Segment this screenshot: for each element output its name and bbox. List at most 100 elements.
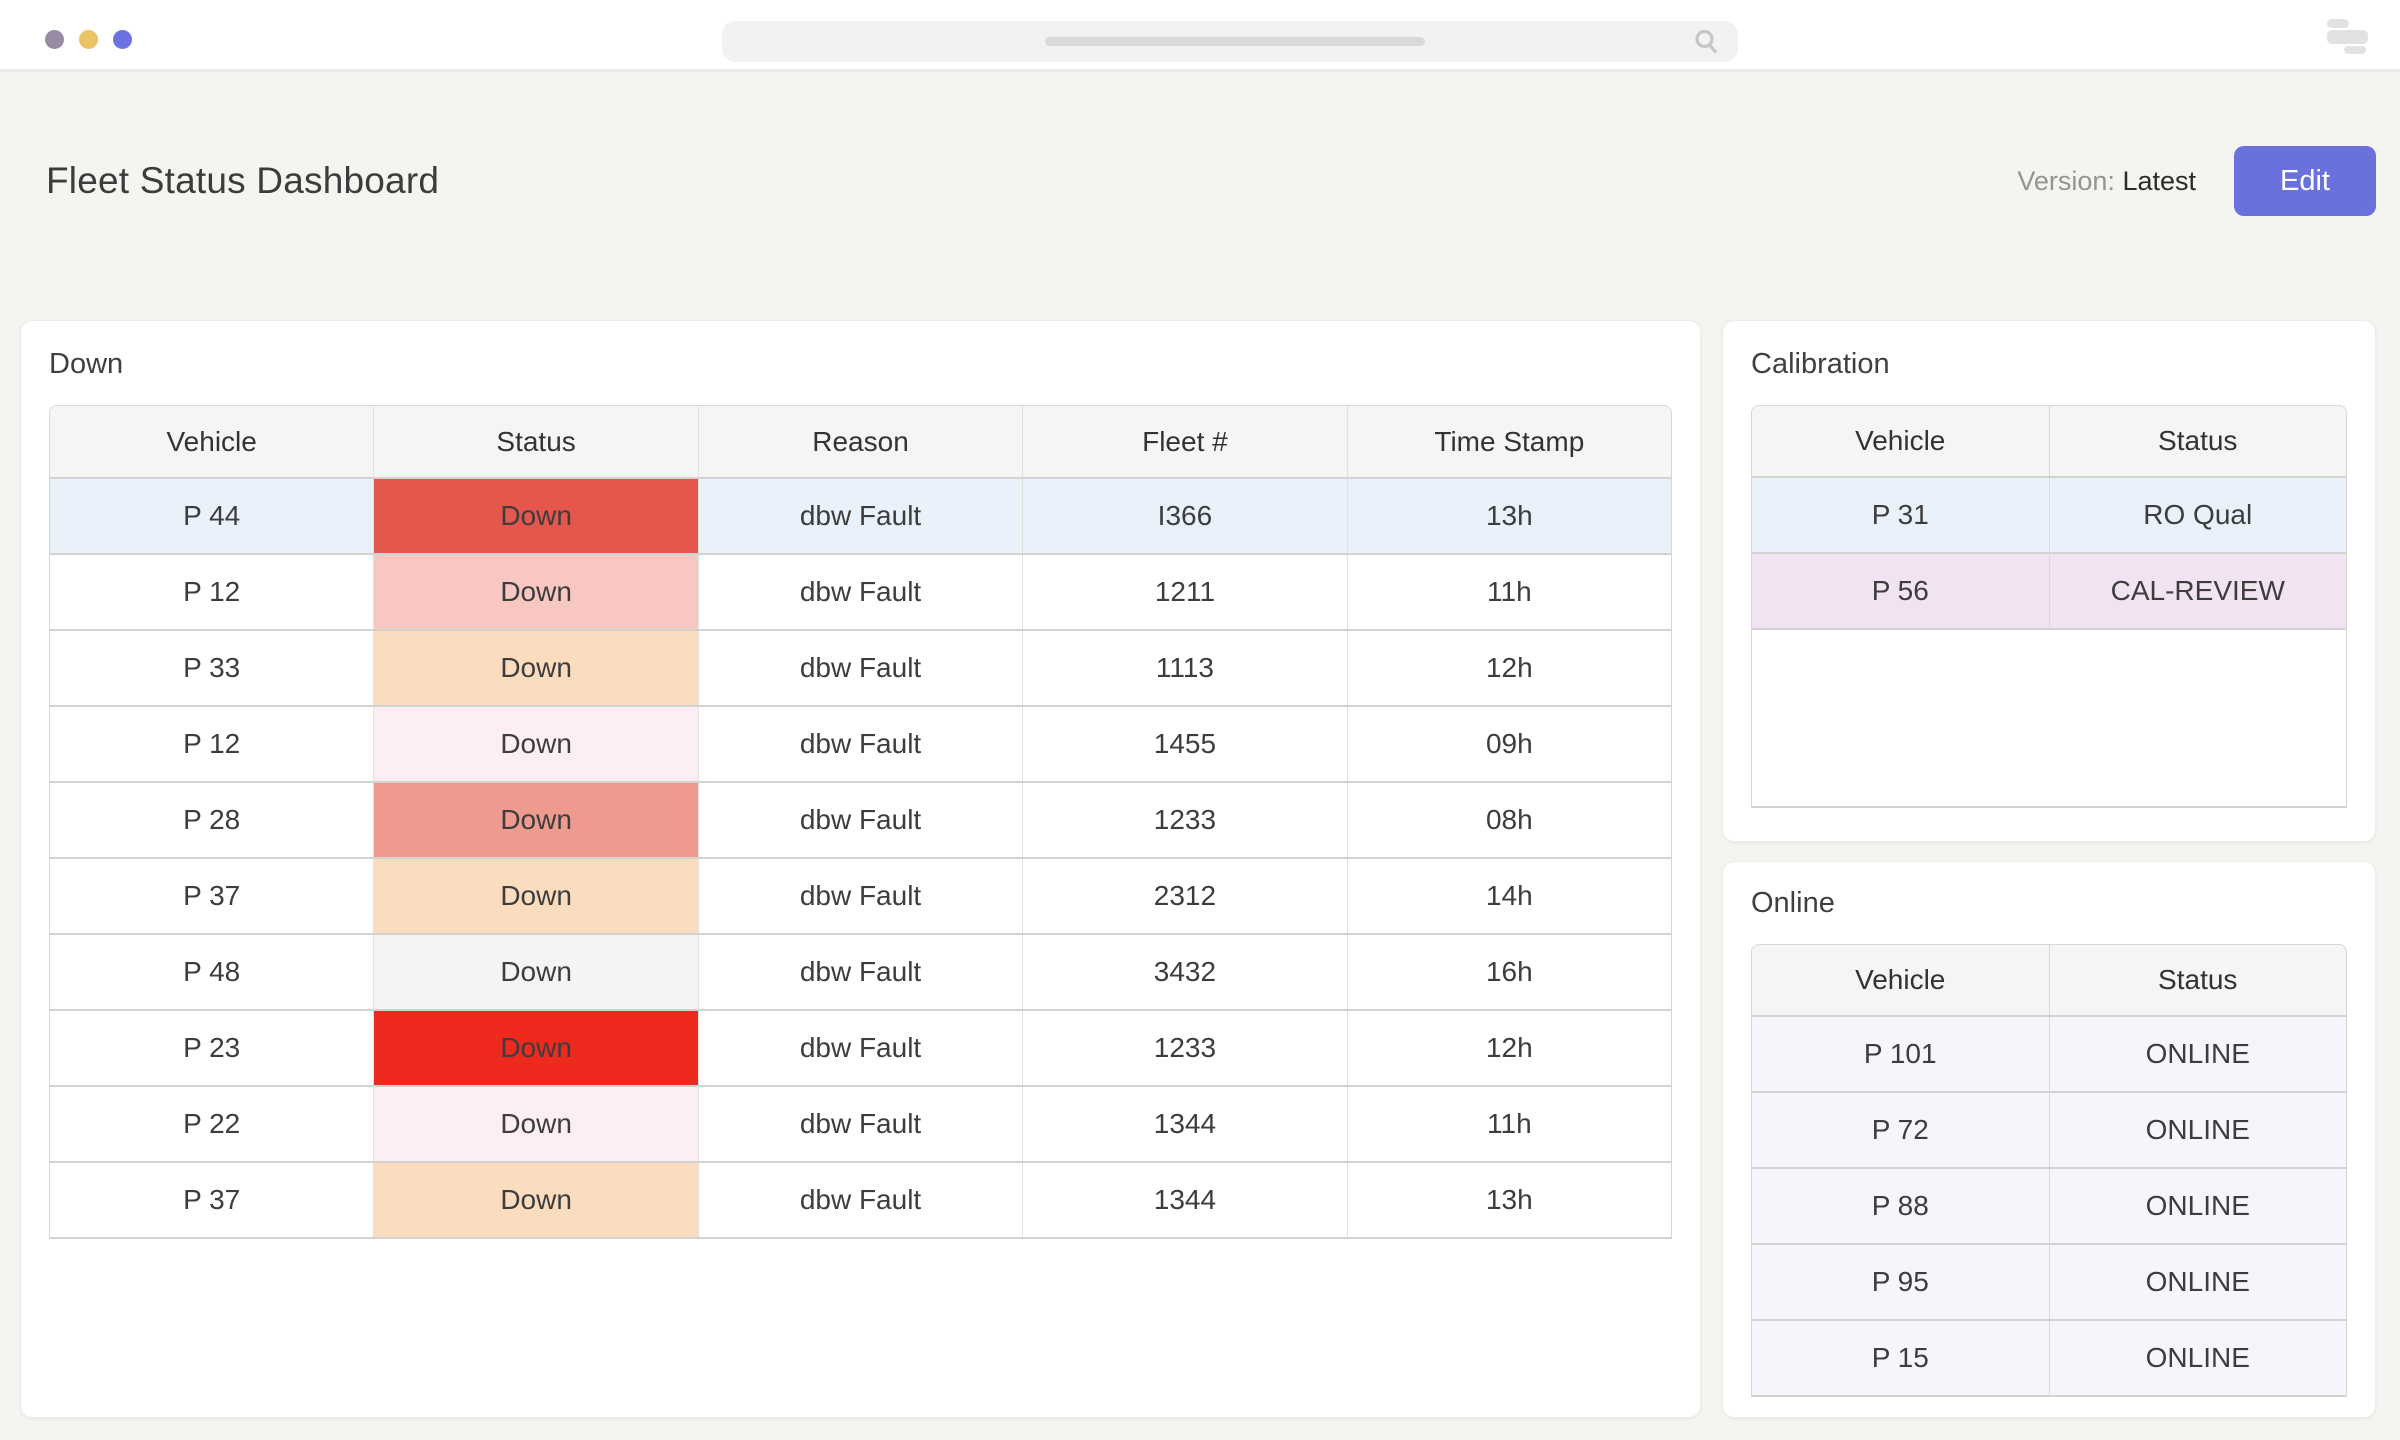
- window-dot-1[interactable]: [45, 30, 64, 49]
- reason-cell: dbw Fault: [698, 783, 1022, 857]
- column-header-vehicle: Vehicle: [50, 406, 373, 477]
- status-cell: Down: [373, 631, 697, 705]
- window-controls: [45, 30, 132, 49]
- fleet-cell: 3432: [1022, 935, 1346, 1009]
- column-header-fleet: Fleet #: [1022, 406, 1346, 477]
- calibration-empty-area: [1752, 628, 2346, 806]
- timestamp-cell: 16h: [1347, 935, 1671, 1009]
- timestamp-cell: 08h: [1347, 783, 1671, 857]
- vehicle-cell: P 15: [1752, 1321, 2049, 1395]
- table-row: P 12 Down dbw Fault 1455 09h: [50, 705, 1671, 781]
- dashboard-content: Down Vehicle Status Reason Fleet # Time …: [20, 320, 2376, 1418]
- status-cell: Down: [373, 707, 697, 781]
- table-row: P 33 Down dbw Fault 1113 12h: [50, 629, 1671, 705]
- status-cell: ONLINE: [2049, 1017, 2347, 1091]
- table-row: P 12 Down dbw Fault 1211 11h: [50, 553, 1671, 629]
- search-icon: [1693, 28, 1720, 55]
- online-table: Vehicle Status P 101 ONLINE P 72: [1751, 944, 2347, 1397]
- window-dot-2[interactable]: [79, 30, 98, 49]
- calibration-section-title: Calibration: [1751, 348, 2347, 381]
- table-row: P 15 ONLINE: [1752, 1319, 2346, 1395]
- menu-bar: [2344, 46, 2366, 54]
- table-row: P 37 Down dbw Fault 1344 13h: [50, 1161, 1671, 1237]
- timestamp-cell: 09h: [1347, 707, 1671, 781]
- status-cell: Down: [373, 479, 697, 553]
- down-card: Down Vehicle Status Reason Fleet # Time …: [20, 320, 1701, 1418]
- fleet-cell: 1233: [1022, 1011, 1346, 1085]
- page-header: Fleet Status Dashboard Version: Latest E…: [20, 145, 2376, 217]
- calibration-table-header: Vehicle Status: [1752, 406, 2346, 476]
- down-table-header: Vehicle Status Reason Fleet # Time Stamp: [50, 406, 1671, 477]
- status-cell: ONLINE: [2049, 1321, 2347, 1395]
- online-table-header: Vehicle Status: [1752, 945, 2346, 1015]
- menu-icon[interactable]: [2327, 19, 2368, 54]
- online-section-title: Online: [1751, 887, 2347, 920]
- search-input[interactable]: [722, 21, 1738, 62]
- status-cell: Down: [373, 1011, 697, 1085]
- timestamp-cell: 11h: [1347, 1087, 1671, 1161]
- reason-cell: dbw Fault: [698, 859, 1022, 933]
- table-row: P 101 ONLINE: [1752, 1015, 2346, 1091]
- column-header-reason: Reason: [698, 406, 1022, 477]
- fleet-cell: 1113: [1022, 631, 1346, 705]
- search-placeholder-bar: [1045, 37, 1425, 46]
- window-top-bar: [0, 0, 2400, 72]
- down-table-body: P 44 Down dbw Fault I366 13h P 12 Down d…: [50, 477, 1671, 1237]
- timestamp-cell: 13h: [1347, 1163, 1671, 1237]
- reason-cell: dbw Fault: [698, 479, 1022, 553]
- header-actions: Version: Latest Edit: [2017, 146, 2376, 216]
- vehicle-cell: P 48: [50, 935, 373, 1009]
- column-header-status: Status: [2049, 406, 2347, 476]
- status-cell: ONLINE: [2049, 1169, 2347, 1243]
- reason-cell: dbw Fault: [698, 631, 1022, 705]
- column-header-timestamp: Time Stamp: [1347, 406, 1671, 477]
- fleet-cell: I366: [1022, 479, 1346, 553]
- table-row: P 37 Down dbw Fault 2312 14h: [50, 857, 1671, 933]
- fleet-cell: 1455: [1022, 707, 1346, 781]
- edit-button[interactable]: Edit: [2234, 146, 2376, 216]
- timestamp-cell: 11h: [1347, 555, 1671, 629]
- fleet-cell: 1211: [1022, 555, 1346, 629]
- fleet-cell: 1233: [1022, 783, 1346, 857]
- vehicle-cell: P 101: [1752, 1017, 2049, 1091]
- reason-cell: dbw Fault: [698, 1163, 1022, 1237]
- column-header-status: Status: [373, 406, 697, 477]
- table-row: P 28 Down dbw Fault 1233 08h: [50, 781, 1671, 857]
- table-row: P 22 Down dbw Fault 1344 11h: [50, 1085, 1671, 1161]
- reason-cell: dbw Fault: [698, 1087, 1022, 1161]
- timestamp-cell: 14h: [1347, 859, 1671, 933]
- vehicle-cell: P 22: [50, 1087, 373, 1161]
- table-row: P 48 Down dbw Fault 3432 16h: [50, 933, 1671, 1009]
- column-header-vehicle: Vehicle: [1752, 945, 2049, 1015]
- timestamp-cell: 12h: [1347, 1011, 1671, 1085]
- vehicle-cell: P 23: [50, 1011, 373, 1085]
- down-table: Vehicle Status Reason Fleet # Time Stamp…: [49, 405, 1672, 1239]
- page-title: Fleet Status Dashboard: [20, 160, 439, 202]
- vehicle-cell: P 33: [50, 631, 373, 705]
- fleet-cell: 1344: [1022, 1163, 1346, 1237]
- table-row: P 72 ONLINE: [1752, 1091, 2346, 1167]
- status-cell: Down: [373, 1163, 697, 1237]
- vehicle-cell: P 12: [50, 707, 373, 781]
- calibration-card: Calibration Vehicle Status P 31 RO Qual: [1722, 320, 2376, 842]
- window-dot-3[interactable]: [113, 30, 132, 49]
- vehicle-cell: P 44: [50, 479, 373, 553]
- menu-bar: [2327, 30, 2368, 44]
- vehicle-cell: P 88: [1752, 1169, 2049, 1243]
- column-header-status: Status: [2049, 945, 2347, 1015]
- vehicle-cell: P 12: [50, 555, 373, 629]
- fleet-cell: 1344: [1022, 1087, 1346, 1161]
- fleet-cell: 2312: [1022, 859, 1346, 933]
- calibration-table-body: P 31 RO Qual P 56 CAL-REVIEW: [1752, 476, 2346, 628]
- right-column: Calibration Vehicle Status P 31 RO Qual: [1722, 320, 2376, 1418]
- column-header-vehicle: Vehicle: [1752, 406, 2049, 476]
- timestamp-cell: 13h: [1347, 479, 1671, 553]
- timestamp-cell: 12h: [1347, 631, 1671, 705]
- down-section-title: Down: [49, 348, 1672, 381]
- reason-cell: dbw Fault: [698, 555, 1022, 629]
- table-row: P 31 RO Qual: [1752, 476, 2346, 552]
- status-cell: ONLINE: [2049, 1093, 2347, 1167]
- reason-cell: dbw Fault: [698, 707, 1022, 781]
- online-card: Online Vehicle Status P 101 ONLINE: [1722, 861, 2376, 1418]
- online-table-body: P 101 ONLINE P 72 ONLINE P 88 ONLI: [1752, 1015, 2346, 1395]
